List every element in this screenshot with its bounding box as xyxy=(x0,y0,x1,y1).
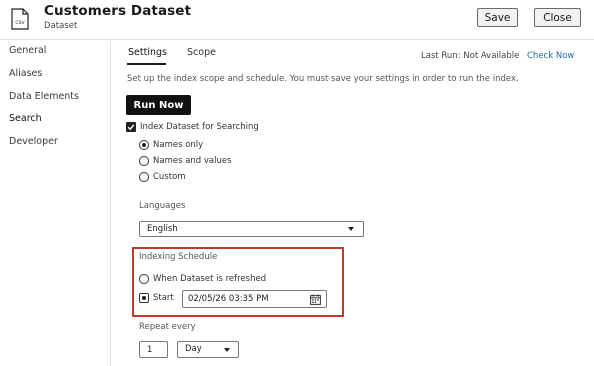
repeat-number-input[interactable]: 1 xyxy=(139,341,168,358)
csv-file-icon-text: CSV xyxy=(15,20,25,26)
csv-file-icon: CSV xyxy=(11,8,29,30)
radio-names-and-values-label: Names and values xyxy=(153,156,232,166)
repeat-unit-value: Day xyxy=(185,344,202,354)
checkmark-icon xyxy=(127,124,135,131)
last-run-status: Last Run: Not Available xyxy=(421,51,520,61)
radio-custom-label: Custom xyxy=(153,172,186,182)
repeat-unit-select[interactable]: Day xyxy=(177,341,239,358)
languages-label: Languages xyxy=(139,201,186,211)
radio-names-only[interactable] xyxy=(139,140,149,150)
tab-settings[interactable]: Settings xyxy=(128,47,167,58)
close-button[interactable]: Close xyxy=(534,8,581,27)
start-datetime-input[interactable]: 02/05/26 03:35 PM xyxy=(182,290,327,308)
radio-names-and-values[interactable] xyxy=(139,156,149,166)
index-dataset-label: Index Dataset for Searching xyxy=(140,122,259,132)
radio-custom[interactable] xyxy=(139,172,149,182)
radio-when-refreshed-label: When Dataset is refreshed xyxy=(153,274,267,284)
sidebar-item-developer[interactable]: Developer xyxy=(9,136,58,147)
sidebar-item-search[interactable]: Search xyxy=(9,113,42,124)
index-dataset-checkbox[interactable] xyxy=(126,122,136,132)
sidebar-item-aliases[interactable]: Aliases xyxy=(9,68,42,79)
start-datetime-value: 02/05/26 03:35 PM xyxy=(188,294,269,304)
save-button[interactable]: Save xyxy=(477,8,518,27)
run-now-button[interactable]: Run Now xyxy=(126,95,191,115)
tab-active-indicator xyxy=(127,63,166,65)
page-title: Customers Dataset xyxy=(44,3,192,19)
languages-select[interactable]: English xyxy=(139,221,364,237)
sidebar-item-general[interactable]: General xyxy=(9,45,46,56)
indexing-schedule-label: Indexing Schedule xyxy=(139,252,218,262)
radio-names-only-label: Names only xyxy=(153,140,204,150)
repeat-number-value: 1 xyxy=(147,345,153,355)
tab-scope[interactable]: Scope xyxy=(187,47,216,58)
check-now-link[interactable]: Check Now xyxy=(527,51,574,61)
settings-description: Set up the index scope and schedule. You… xyxy=(127,74,519,84)
chevron-down-icon xyxy=(348,227,354,231)
page-subtitle: Dataset xyxy=(44,21,78,31)
sidebar xyxy=(0,41,111,366)
sidebar-item-data-elements[interactable]: Data Elements xyxy=(9,91,79,102)
repeat-every-label: Repeat every xyxy=(139,322,196,332)
chevron-down-icon xyxy=(224,348,230,352)
radio-start-label: Start xyxy=(153,293,174,303)
radio-start[interactable] xyxy=(139,293,149,303)
header-bar: CSV Customers Dataset Dataset Save Close xyxy=(0,0,594,40)
calendar-icon[interactable] xyxy=(310,294,321,305)
languages-select-value: English xyxy=(147,224,178,234)
radio-when-refreshed[interactable] xyxy=(139,274,149,284)
